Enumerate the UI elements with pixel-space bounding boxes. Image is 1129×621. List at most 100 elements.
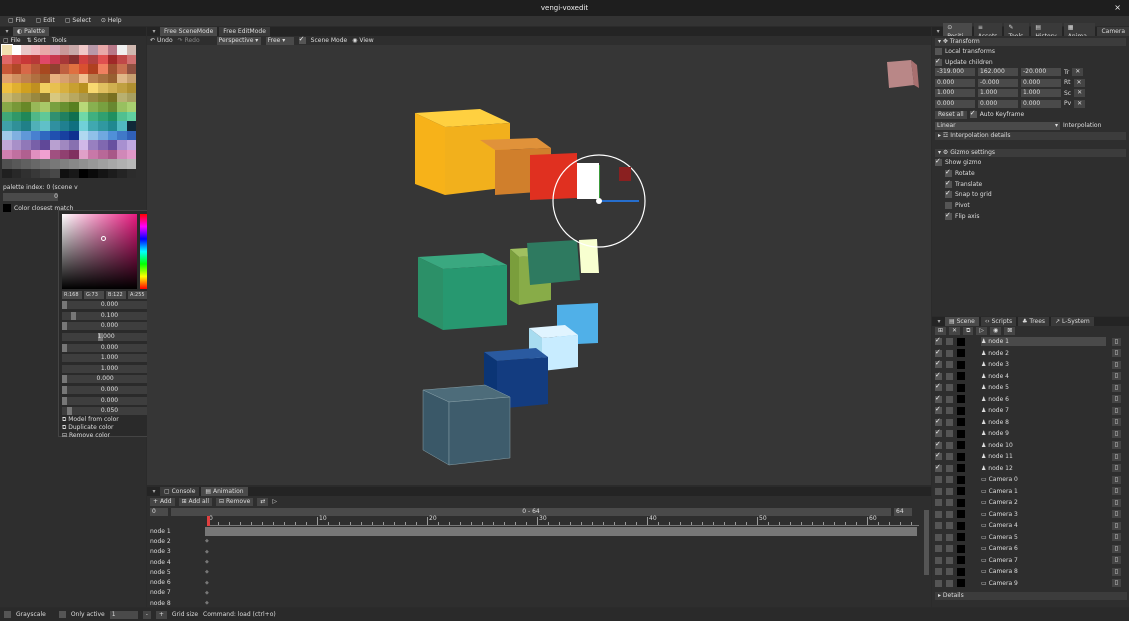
material-slider[interactable]: 0.000: [62, 322, 157, 331]
palette-color-swatch[interactable]: [69, 121, 79, 131]
transform-field[interactable]: -20.000: [1021, 68, 1061, 77]
palette-color-swatch[interactable]: [11, 140, 22, 150]
palette-color-swatch[interactable]: [49, 140, 60, 150]
remove-color-action[interactable]: ⊟ Remove color: [62, 432, 119, 439]
palette-color-swatch[interactable]: [69, 73, 79, 83]
palette-color-swatch[interactable]: [11, 73, 22, 83]
model-from-color-action[interactable]: ⧉ Model from color: [62, 416, 119, 424]
palette-color-swatch[interactable]: [117, 73, 127, 83]
visibility-checkbox[interactable]: [935, 510, 942, 518]
timeline-track[interactable]: node 8 ◆: [147, 598, 931, 608]
palette-color-swatch[interactable]: [117, 111, 127, 121]
lock-checkbox[interactable]: [946, 556, 953, 564]
palette-color-swatch[interactable]: [21, 83, 31, 93]
voxel-model-slate[interactable]: [422, 384, 511, 466]
keyframe-icon[interactable]: ◆: [205, 580, 209, 586]
visibility-checkbox[interactable]: [935, 440, 942, 449]
palette-color-swatch[interactable]: [11, 111, 22, 121]
lock-checkbox[interactable]: [946, 384, 953, 392]
scene-node-row[interactable]: ♟ node 10 ▯: [932, 440, 1129, 452]
palette-color-swatch[interactable]: [2, 92, 12, 102]
lock-checkbox[interactable]: [946, 499, 953, 507]
palette-color-swatch[interactable]: [88, 159, 98, 169]
palette-color-swatch[interactable]: [78, 111, 89, 121]
delete-node-icon[interactable]: ▯: [1111, 349, 1121, 358]
transform-field[interactable]: -319.000: [935, 68, 975, 77]
node-name[interactable]: ♟ node 4: [981, 372, 1106, 381]
view-menu[interactable]: ◉ View: [352, 37, 373, 44]
material-slider[interactable]: 0.000: [62, 396, 157, 405]
node-name[interactable]: ♟ node 1: [981, 337, 1106, 347]
palette-color-swatch[interactable]: [88, 111, 98, 121]
transform-field[interactable]: 0.000: [1021, 99, 1061, 108]
palette-color-swatch[interactable]: [97, 111, 108, 121]
scene-node-row[interactable]: ▭ Camera 7 ▯: [932, 555, 1129, 567]
voxel-model-teal[interactable]: [527, 240, 580, 285]
palette-color-swatch[interactable]: [2, 159, 12, 169]
palette-color-swatch[interactable]: [59, 102, 70, 112]
palette-color-swatch[interactable]: [107, 121, 118, 131]
redo-button[interactable]: ↷ Redo: [178, 37, 200, 44]
palette-color-swatch[interactable]: [49, 64, 60, 74]
scene-node-row[interactable]: ♟ node 4 ▯: [932, 371, 1129, 383]
palette-color-swatch[interactable]: [40, 121, 50, 131]
palette-color-swatch[interactable]: [78, 102, 89, 112]
scene-node-row[interactable]: ▭ Camera 4 ▯: [932, 520, 1129, 532]
palette-color-swatch[interactable]: [2, 73, 12, 83]
tab-scene[interactable]: ▤ Scene: [945, 317, 979, 326]
timeline-scrollbar[interactable]: [924, 510, 929, 575]
delete-node-icon[interactable]: ▯: [1111, 475, 1121, 484]
palette-color-swatch[interactable]: [49, 121, 60, 131]
local-transforms-checkbox[interactable]: [935, 48, 942, 55]
tab-trees[interactable]: ♣ Trees: [1018, 317, 1050, 326]
palette-color-swatch[interactable]: [21, 149, 31, 159]
palette-color-swatch[interactable]: [126, 121, 137, 131]
palette-color-swatch[interactable]: [126, 159, 137, 169]
material-slider[interactable]: 0.000: [62, 343, 157, 352]
loop-button[interactable]: ⇄: [257, 497, 269, 506]
palette-color-swatch[interactable]: [117, 140, 127, 150]
tab-palette[interactable]: ◐ Palette: [13, 27, 49, 36]
tab-lsystem[interactable]: ↗ L-System: [1051, 317, 1094, 326]
palette-color-swatch[interactable]: [126, 149, 137, 159]
delete-node-icon[interactable]: ▯: [1111, 372, 1121, 381]
voxel-model-green-dark[interactable]: [418, 253, 507, 330]
delete-node-icon[interactable]: ▯: [1111, 521, 1121, 530]
palette-color-swatch[interactable]: [40, 73, 50, 83]
palette-color-swatch[interactable]: [69, 159, 79, 169]
palette-color-swatch[interactable]: [97, 83, 108, 93]
keyframe-icon[interactable]: ◆: [205, 549, 209, 555]
gizmo-settings-header[interactable]: ▾ ⚙ Gizmo settings: [935, 149, 1126, 157]
lock-checkbox[interactable]: [946, 545, 953, 553]
palette-color-swatch[interactable]: [88, 92, 98, 102]
transform-field[interactable]: 1.000: [1021, 89, 1061, 98]
palette-color-swatch[interactable]: [88, 102, 98, 112]
palette-color-swatch[interactable]: [59, 130, 70, 140]
palette-color-swatch[interactable]: [21, 130, 31, 140]
visibility-checkbox[interactable]: [935, 371, 942, 380]
duplicate-color-action[interactable]: ⧉ Duplicate color: [62, 424, 119, 432]
palette-color-swatch[interactable]: [21, 121, 31, 131]
palette-color-swatch[interactable]: [2, 121, 12, 131]
timeline-track[interactable]: node 6 ◆: [147, 577, 931, 587]
palette-color-swatch[interactable]: [11, 149, 22, 159]
keyframe-bar[interactable]: [204, 526, 917, 536]
visibility-checkbox[interactable]: [935, 568, 942, 576]
node-color-swatch[interactable]: [957, 521, 965, 530]
palette-color-swatch[interactable]: [11, 54, 22, 64]
node-color-swatch[interactable]: [957, 567, 965, 576]
delete-node-icon[interactable]: ▯: [1111, 418, 1121, 427]
scene-node-row[interactable]: ▭ Camera 6 ▯: [932, 543, 1129, 555]
reset-all-button[interactable]: Reset all: [935, 110, 967, 119]
material-slider[interactable]: 0.000: [62, 386, 157, 395]
palette-color-swatch[interactable]: [107, 45, 118, 55]
palette-color-swatch[interactable]: [59, 45, 70, 55]
keyframe-icon[interactable]: ◆: [205, 590, 209, 596]
green-field[interactable]: G:73: [84, 291, 104, 299]
palette-color-swatch[interactable]: [2, 64, 12, 74]
palette-color-swatch[interactable]: [40, 159, 50, 169]
transform-field[interactable]: -0.000: [978, 78, 1018, 87]
menu-file[interactable]: ▢ File: [4, 16, 30, 26]
node-color-swatch[interactable]: [957, 579, 965, 588]
scene-node-row[interactable]: ♟ node 3 ▯: [932, 359, 1129, 371]
